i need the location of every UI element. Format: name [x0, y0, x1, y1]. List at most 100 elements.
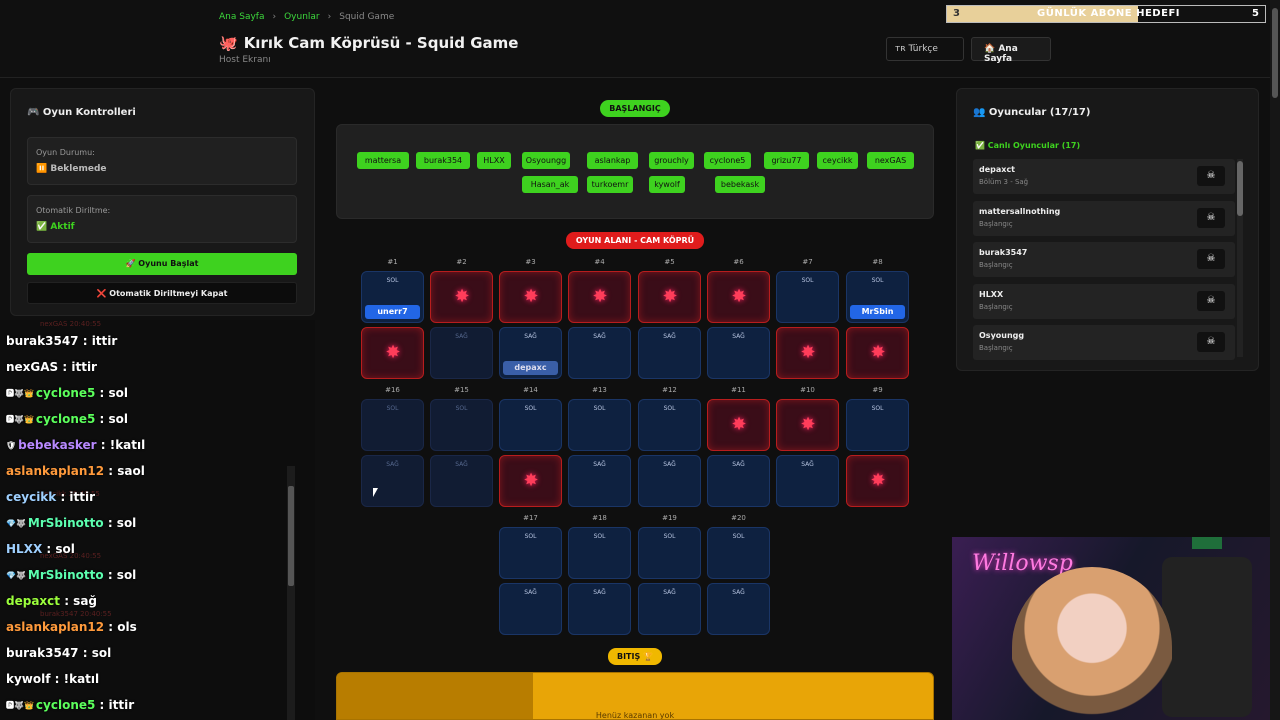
language-select[interactable]: ᴛʀ Türkçe	[886, 37, 964, 61]
breadcrumb-separator: ›	[327, 12, 332, 22]
glass-tile[interactable]: SAĞ	[638, 583, 701, 635]
tile-number: #1	[387, 258, 398, 266]
glass-tile[interactable]: ✸	[430, 271, 493, 323]
chat-separator: :	[103, 516, 117, 530]
game-status-label: Oyun Durumu:	[36, 148, 95, 157]
glass-tile[interactable]: SOL unerr7	[361, 271, 424, 323]
glass-tile[interactable]: SOL	[638, 399, 701, 451]
glass-tile[interactable]: SAĞ	[568, 455, 631, 507]
kick-player-button[interactable]: ☠	[1197, 166, 1225, 186]
chat-scrollbar-thumb[interactable]	[288, 486, 294, 586]
glass-tile[interactable]: ✸	[707, 399, 770, 451]
breadcrumb-games-link[interactable]: Oyunlar	[284, 12, 320, 22]
chat-text: sağ	[73, 594, 98, 608]
players-scrollbar-thumb[interactable]	[1237, 161, 1243, 216]
page-title: 🐙 Kırık Cam Köprüsü - Squid Game	[219, 34, 519, 52]
chat-text: saol	[117, 464, 145, 478]
start-game-button[interactable]: 🚀 Oyunu Başlat	[27, 253, 297, 275]
tile-number: #10	[800, 386, 815, 394]
start-zone-player: Hasan_ak	[522, 176, 578, 193]
glass-tile[interactable]: SAĞ	[776, 455, 839, 507]
glass-tile[interactable]: SAĞ	[361, 455, 424, 507]
glass-tile[interactable]: SAĞ	[707, 583, 770, 635]
glass-tile[interactable]: SAĞ	[638, 327, 701, 379]
glass-tile[interactable]: SOL	[846, 399, 909, 451]
chat-username: kywolf	[6, 672, 51, 686]
glass-tile[interactable]: SOL MrSbin	[846, 271, 909, 323]
start-zone: mattersa burak354 HLXX Osyoungg aslankap grou…	[336, 124, 934, 219]
glass-tile[interactable]: ✸	[499, 455, 562, 507]
glass-tile[interactable]: ✸	[638, 271, 701, 323]
shattered-glass-icon: ✸	[800, 414, 816, 435]
kick-player-button[interactable]: ☠	[1197, 332, 1225, 352]
player-name: HLXX	[979, 289, 1004, 299]
chat-username: cyclone5	[35, 698, 96, 712]
chat-username: MrSbinotto	[27, 516, 104, 530]
home-button[interactable]: 🏠 Ana Sayfa	[971, 37, 1051, 64]
chat-badges: 💎🐺	[6, 519, 26, 528]
page-title-text: Kırık Cam Köprüsü - Squid Game	[243, 34, 519, 52]
kick-player-button[interactable]: ☠	[1197, 290, 1225, 311]
green-light	[1192, 537, 1222, 549]
chat-separator: :	[104, 464, 118, 478]
player-status: Başlangıç	[979, 344, 1013, 352]
glass-tile[interactable]: SOL	[499, 527, 562, 579]
tile-side-label: SOL	[871, 277, 884, 284]
chat-message: 🅿🐺👑 cyclone5 : sol	[6, 412, 128, 426]
glass-tile[interactable]: SOL	[499, 399, 562, 451]
kick-player-button[interactable]: ☠	[1197, 249, 1225, 269]
players-title: 👥 Oyuncular (17/17)	[973, 107, 1091, 118]
glass-tile[interactable]: ✸	[568, 271, 631, 323]
shattered-glass-icon: ✸	[800, 342, 816, 363]
glass-tile[interactable]: SAĞ	[499, 583, 562, 635]
glass-tile[interactable]: ✸	[361, 327, 424, 379]
chat-text: sol	[116, 516, 137, 530]
page-scrollbar[interactable]	[1270, 0, 1280, 720]
start-zone-player: grouchly	[649, 152, 694, 169]
glass-tile[interactable]: ✸	[499, 271, 562, 323]
tile-number: #20	[731, 514, 746, 522]
glass-tile[interactable]: SOL	[430, 399, 493, 451]
glass-tile[interactable]: SAĞ	[430, 455, 493, 507]
glass-tile[interactable]: ✸	[776, 327, 839, 379]
player-row: burak3547 Başlangıç ☠	[973, 242, 1235, 277]
glass-tile[interactable]: SOL	[707, 527, 770, 579]
kick-player-button[interactable]: ☠	[1197, 207, 1225, 228]
glass-tile[interactable]: SOL	[638, 527, 701, 579]
chat-scrollbar[interactable]	[287, 466, 295, 720]
glass-tile[interactable]: ✸	[846, 455, 909, 507]
chat-separator: :	[95, 412, 109, 426]
tile-side-label: SAĞ	[663, 333, 676, 340]
tile-side-label: SAĞ	[455, 461, 468, 468]
tile-number: #9	[872, 386, 883, 394]
glass-tile[interactable]: SAĞ	[707, 327, 770, 379]
start-zone-player: grizu77	[764, 152, 809, 169]
glass-tile[interactable]: ✸	[846, 327, 909, 379]
chat-message: burak3547 : sol	[6, 646, 111, 660]
top-bar: Ana Sayfa › Oyunlar › Squid Game 🐙 Kırık …	[0, 0, 1280, 78]
disable-auto-revive-button[interactable]: ❌ Otomatik Diriltmeyi Kapat	[27, 282, 297, 304]
chat-text: ittir	[69, 490, 96, 504]
glass-tile[interactable]: SAĞ	[707, 455, 770, 507]
tile-player: unerr7	[365, 305, 420, 319]
player-row: Osyoungg Başlangıç ☠	[973, 325, 1235, 360]
glass-tile[interactable]: SAĞ	[430, 327, 493, 379]
chat-username: aslankaplan12	[6, 620, 105, 634]
glass-tile[interactable]: ✸	[707, 271, 770, 323]
players-scrollbar[interactable]	[1237, 159, 1243, 357]
breadcrumb-home-link[interactable]: Ana Sayfa	[219, 12, 264, 22]
glass-tile[interactable]: SAĞ	[638, 455, 701, 507]
glass-tile[interactable]: SAĞ	[568, 583, 631, 635]
glass-tile[interactable]: SAĞ depaxc	[499, 327, 562, 379]
chat-message: aslankaplan12 : saol	[6, 464, 145, 478]
glass-tile[interactable]: SAĞ	[568, 327, 631, 379]
glass-tile[interactable]: SOL	[568, 399, 631, 451]
chat-message: 🅿🐺👑 cyclone5 : sol	[6, 386, 128, 400]
tile-number: #3	[525, 258, 536, 266]
glass-tile[interactable]: SOL	[361, 399, 424, 451]
mouse-cursor-icon	[373, 488, 378, 497]
glass-tile[interactable]: ✸	[776, 399, 839, 451]
page-scrollbar-thumb[interactable]	[1272, 8, 1278, 98]
glass-tile[interactable]: SOL	[776, 271, 839, 323]
glass-tile[interactable]: SOL	[568, 527, 631, 579]
